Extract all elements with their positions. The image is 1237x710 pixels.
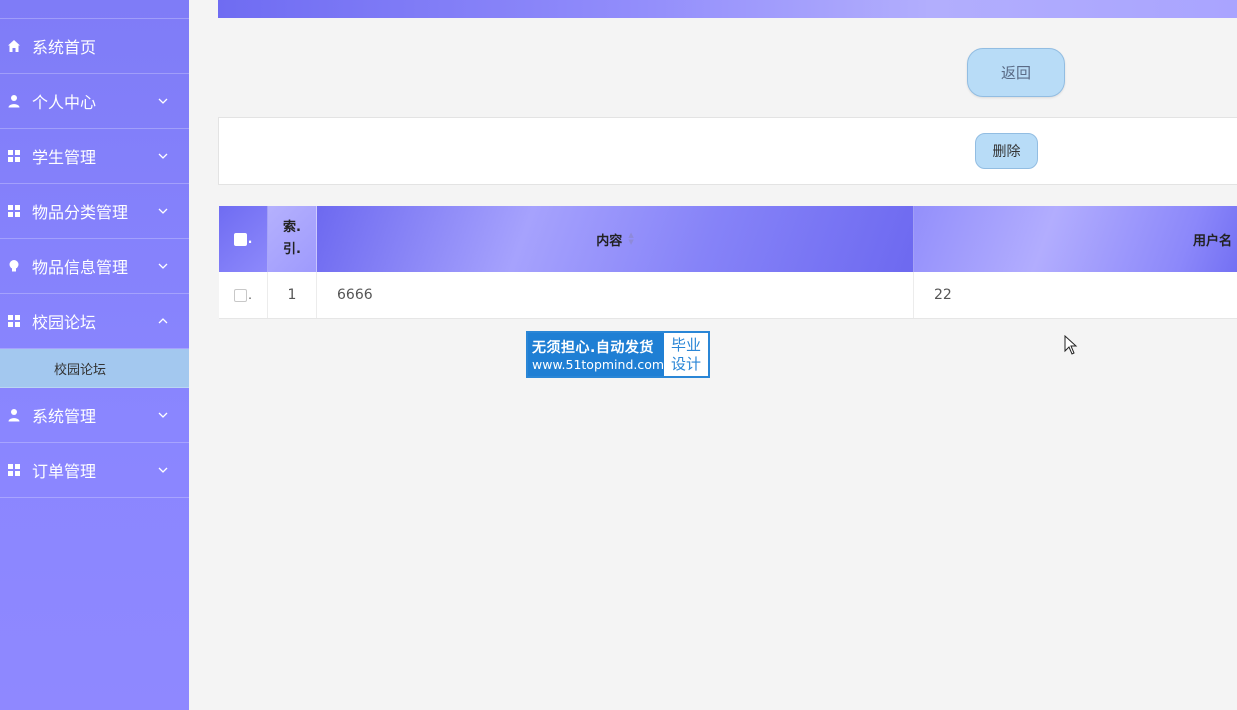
- watermark-right-line1: 毕业: [670, 335, 701, 354]
- sidebar-item-home[interactable]: 系统首页: [0, 19, 189, 74]
- header-index-line1: 索.: [283, 220, 301, 235]
- row-index: 1: [268, 272, 317, 318]
- grid-icon: [6, 313, 22, 329]
- back-button[interactable]: 返回: [967, 48, 1065, 97]
- sidebar-item-label: 系统首页: [32, 38, 97, 57]
- sidebar-item-label: 订单管理: [32, 462, 97, 481]
- user-icon: [6, 407, 22, 423]
- top-banner: [218, 0, 1237, 18]
- sidebar-item-label: 个人中心: [32, 93, 97, 112]
- grid-icon: [6, 203, 22, 219]
- checkbox-suffix: .: [247, 232, 253, 246]
- watermark-line1: 无须担心.自动发货: [532, 340, 654, 356]
- header-select-all[interactable]: .: [219, 206, 268, 272]
- select-all-checkbox[interactable]: [233, 232, 247, 246]
- table-row[interactable]: . 1 6666 22: [219, 272, 1237, 319]
- sidebar-item-system-management[interactable]: 系统管理: [0, 388, 189, 443]
- chevron-down-icon: [158, 98, 168, 104]
- sidebar-item-campus-forum[interactable]: 校园论坛: [0, 294, 189, 349]
- sidebar-item-order-management[interactable]: 订单管理: [0, 443, 189, 498]
- user-icon: [6, 93, 22, 109]
- header-content-label: 内容: [596, 233, 623, 249]
- chevron-down-icon: [158, 208, 168, 214]
- sidebar-item-item-info-management[interactable]: 物品信息管理: [0, 239, 189, 294]
- sidebar-subitem-label: 校园论坛: [54, 362, 107, 378]
- chevron-down-icon: [158, 263, 168, 269]
- watermark-left: 无须担心.自动发货 www.51topmind.com: [528, 333, 664, 376]
- sidebar-item-label: 物品分类管理: [32, 203, 129, 222]
- sidebar-item-label: 学生管理: [32, 148, 97, 167]
- row-checkbox[interactable]: [234, 288, 248, 302]
- bulb-icon: [6, 258, 22, 274]
- header-content[interactable]: 内容 ▲ ▼: [317, 206, 914, 272]
- data-table: . 索. 引. 内容 ▲ ▼ 用户名 . 1 6666 22: [219, 206, 1237, 319]
- header-username[interactable]: 用户名: [914, 206, 1237, 272]
- row-select[interactable]: .: [219, 272, 268, 318]
- chevron-down-icon: [158, 467, 168, 473]
- row-username: 22: [914, 272, 1237, 318]
- sidebar-item-label: 校园论坛: [32, 313, 97, 332]
- grid-icon: [6, 148, 22, 164]
- action-toolbar: [218, 117, 1237, 185]
- sidebar-item-personal-center[interactable]: 个人中心: [0, 74, 189, 129]
- sidebar-item-label: 系统管理: [32, 407, 97, 426]
- delete-button[interactable]: 删除: [975, 133, 1038, 169]
- sidebar: 系统首页 个人中心 学生管理 物品分类管理 物品信息管理 校园论坛 校园论坛 系…: [0, 0, 189, 710]
- chevron-down-icon: [158, 412, 168, 418]
- sidebar-item-item-category-management[interactable]: 物品分类管理: [0, 184, 189, 239]
- watermark-banner: 无须担心.自动发货 www.51topmind.com 毕业 设计: [526, 331, 710, 378]
- row-content: 6666: [317, 272, 914, 318]
- checkbox-suffix: .: [248, 288, 252, 302]
- sort-icon[interactable]: ▲ ▼: [628, 232, 633, 246]
- header-index: 索. 引.: [268, 206, 317, 272]
- sidebar-item-label: 物品信息管理: [32, 258, 129, 277]
- watermark-line2: www.51topmind.com: [532, 357, 665, 372]
- header-username-label: 用户名: [1192, 233, 1232, 249]
- sidebar-top-spacer: [0, 0, 189, 19]
- table-header: . 索. 引. 内容 ▲ ▼ 用户名: [219, 206, 1237, 272]
- sidebar-subitem-campus-forum[interactable]: 校园论坛: [0, 349, 189, 388]
- header-index-line2: 引.: [283, 242, 301, 257]
- chevron-down-icon: [158, 153, 168, 159]
- mouse-cursor-icon: [1064, 335, 1078, 355]
- watermark-right: 毕业 设计: [664, 333, 708, 376]
- chevron-up-icon: [158, 318, 168, 324]
- watermark-right-line2: 设计: [670, 354, 701, 373]
- sidebar-item-student-management[interactable]: 学生管理: [0, 129, 189, 184]
- home-icon: [6, 38, 22, 54]
- grid-icon: [6, 462, 22, 478]
